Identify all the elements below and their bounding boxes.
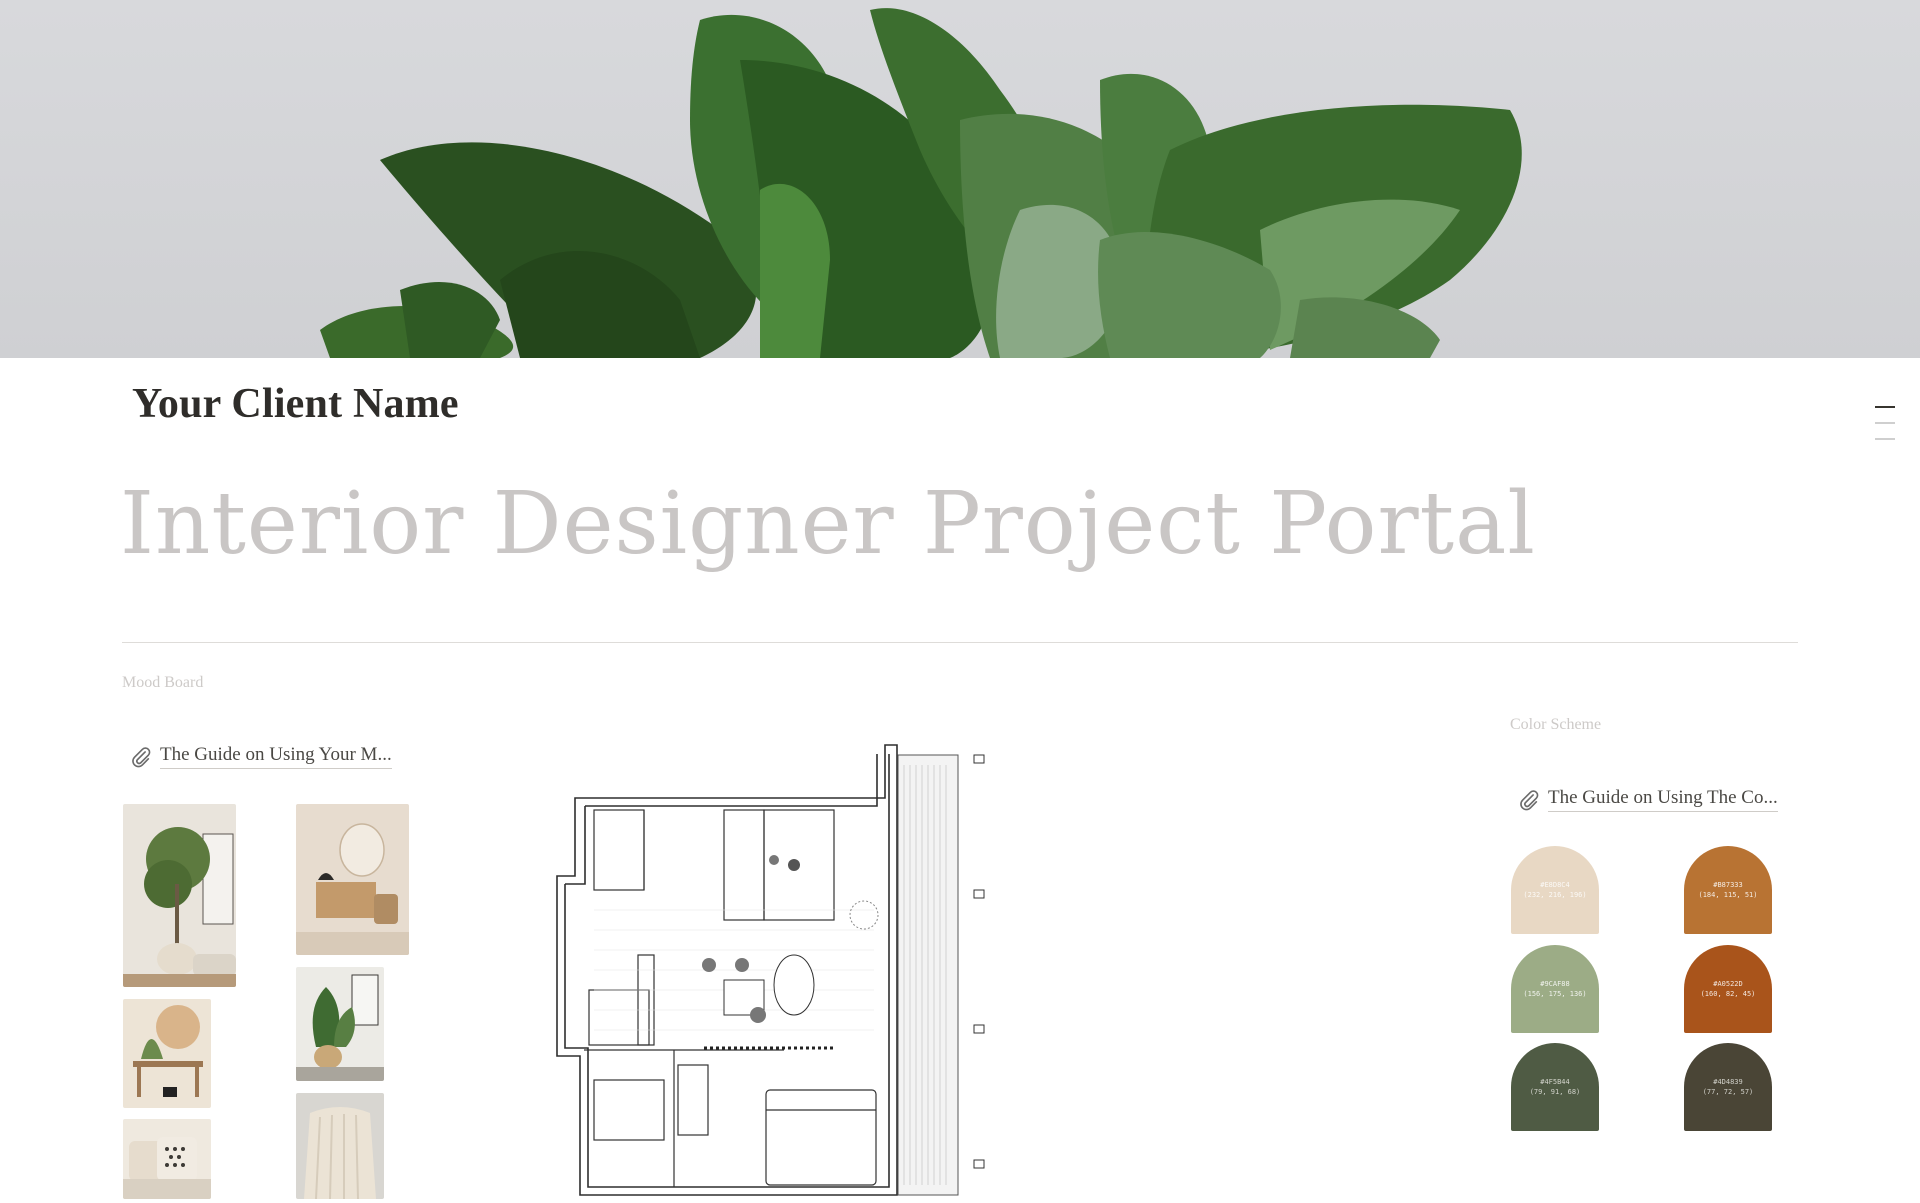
- color-swatch-dark-taupe[interactable]: #4D4839 (77, 72, 57): [1684, 1043, 1772, 1131]
- color-scheme-guide-text: The Guide on Using The Co...: [1548, 787, 1778, 812]
- toc-line: [1875, 438, 1895, 440]
- swatch-hex: #E8D8C4: [1540, 881, 1570, 889]
- swatch-hex: #A0522D: [1713, 980, 1743, 988]
- mood-photo-living-room-tree[interactable]: [123, 804, 236, 987]
- mood-photo-plant-corner[interactable]: [296, 967, 384, 1081]
- divider: [122, 642, 1798, 643]
- client-name: Your Client Name: [132, 381, 459, 427]
- mood-board-label: Mood Board: [122, 674, 204, 691]
- swatch-rgb: (160, 82, 45): [1700, 990, 1756, 998]
- swatch-hex: #B87333: [1713, 881, 1743, 889]
- swatch-rgb: (79, 91, 68): [1529, 1088, 1581, 1096]
- cover-image: [0, 0, 1920, 358]
- swatch-rgb: (184, 115, 51): [1698, 891, 1758, 899]
- toc-line-active: [1875, 406, 1895, 408]
- mood-board-guide-link[interactable]: The Guide on Using Your M...: [130, 744, 392, 769]
- paperclip-icon: [130, 746, 152, 768]
- floor-plan-image[interactable]: [554, 740, 994, 1199]
- mood-photo-sideboard-mirror[interactable]: [296, 804, 409, 955]
- swatch-rgb: (156, 175, 136): [1523, 990, 1587, 998]
- swatch-hex: #4D4839: [1713, 1078, 1743, 1086]
- swatch-rgb: (232, 216, 196): [1523, 891, 1587, 899]
- table-of-contents-icon[interactable]: [1875, 406, 1895, 454]
- mood-photo-console-table[interactable]: [123, 999, 211, 1108]
- mood-board-guide-text: The Guide on Using Your M...: [160, 744, 392, 769]
- color-scheme-guide-link[interactable]: The Guide on Using The Co...: [1518, 787, 1778, 812]
- color-swatch-sage[interactable]: #9CAF88 (156, 175, 136): [1511, 945, 1599, 1033]
- color-scheme-label: Color Scheme: [1510, 716, 1602, 733]
- swatch-rgb: (77, 72, 57): [1702, 1088, 1754, 1096]
- paperclip-icon: [1518, 789, 1540, 811]
- color-swatch-copper[interactable]: #B87333 (184, 115, 51): [1684, 846, 1772, 934]
- swatch-hex: #4F5B44: [1540, 1078, 1570, 1086]
- toc-line: [1875, 422, 1895, 424]
- color-swatch-olive[interactable]: #4F5B44 (79, 91, 68): [1511, 1043, 1599, 1131]
- color-swatch-sienna[interactable]: #A0522D (160, 82, 45): [1684, 945, 1772, 1033]
- mood-photo-knit-throw[interactable]: [296, 1093, 384, 1199]
- page-title: Interior Designer Project Portal: [120, 474, 1536, 574]
- swatch-hex: #9CAF88: [1540, 980, 1570, 988]
- color-swatch-cream[interactable]: #E8D8C4 (232, 216, 196): [1511, 846, 1599, 934]
- mood-photo-cushions[interactable]: [123, 1119, 211, 1199]
